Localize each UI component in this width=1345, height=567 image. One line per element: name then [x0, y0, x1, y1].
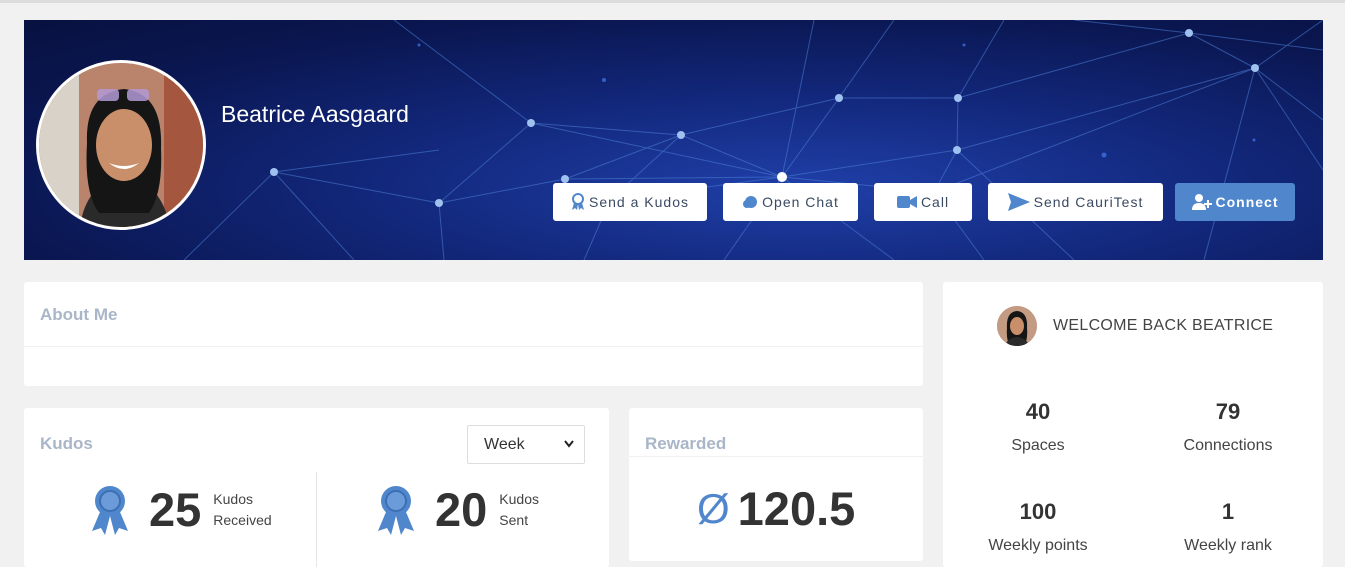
avatar-image [997, 306, 1037, 346]
chevron-down-icon [564, 440, 574, 448]
kudos-received-stat: 25 Kudos Received [88, 482, 272, 537]
award-icon [572, 193, 585, 210]
award-icon [92, 485, 128, 535]
rewarded-title: Rewarded [645, 434, 727, 453]
kudos-title: Kudos [40, 434, 93, 453]
kudos-received-sublabel: Received [213, 511, 272, 528]
rewarded-card: Rewarded Ø 120.5 [629, 408, 923, 561]
mini-avatar[interactable] [997, 306, 1037, 346]
spaces-label: Spaces [1011, 437, 1065, 454]
avatar-image [39, 63, 203, 227]
kudos-received-label: Kudos [213, 490, 253, 507]
currency-icon: Ø [697, 484, 730, 532]
profile-name: Beatrice Aasgaard [221, 101, 409, 127]
chat-icon [743, 196, 758, 208]
welcome-message: WELCOME BACK BEATRICE [1053, 317, 1274, 334]
about-me-title: About Me [40, 305, 118, 324]
open-chat-label: Open Chat [762, 194, 839, 210]
connections-count: 79 [1215, 399, 1241, 424]
user-plus-icon [1191, 194, 1212, 210]
welcome-card: WELCOME BACK BEATRICE 40 Spaces 79 Conne… [943, 282, 1323, 567]
network-background [183, 20, 1323, 260]
weekly-points-stat[interactable]: 100 Weekly points [958, 499, 1118, 555]
connect-label: Connect [1215, 194, 1279, 210]
period-select-value: Week [484, 435, 525, 453]
profile-avatar[interactable] [36, 60, 206, 230]
kudos-sent-stat: 20 Kudos Sent [374, 482, 539, 537]
kudos-sent-label: Kudos [499, 490, 539, 507]
rewarded-amount: 120.5 [737, 482, 856, 535]
weekly-points-label: Weekly points [988, 537, 1088, 554]
connections-label: Connections [1183, 437, 1273, 454]
kudos-card: Kudos Week 25 Kudos Received 20 Kudos Se… [24, 408, 609, 567]
open-chat-button[interactable]: Open Chat [723, 183, 858, 221]
connections-stat[interactable]: 79 Connections [1148, 399, 1308, 455]
weekly-rank-count: 1 [1221, 499, 1235, 524]
weekly-rank-stat[interactable]: 1 Weekly rank [1148, 499, 1308, 555]
divider [629, 456, 923, 457]
kudos-received-count: 25 [149, 483, 202, 536]
spaces-count: 40 [1025, 399, 1051, 424]
send-kudos-button[interactable]: Send a Kudos [553, 183, 707, 221]
connect-button[interactable]: Connect [1175, 183, 1295, 221]
send-test-button[interactable]: Send CauriTest [988, 183, 1163, 221]
kudos-sent-count: 20 [435, 483, 488, 536]
call-button[interactable]: Call [874, 183, 972, 221]
send-kudos-label: Send a Kudos [589, 194, 689, 210]
weekly-points-count: 100 [1019, 499, 1057, 524]
call-label: Call [920, 194, 950, 210]
send-icon [1007, 193, 1030, 211]
award-icon [378, 485, 414, 535]
video-icon [896, 196, 917, 208]
send-test-label: Send CauriTest [1033, 194, 1144, 210]
weekly-rank-label: Weekly rank [1184, 537, 1272, 554]
divider [316, 472, 317, 567]
rewarded-value: Ø 120.5 [697, 481, 855, 536]
top-border [0, 0, 1345, 3]
profile-banner: Beatrice Aasgaard [24, 20, 1323, 260]
period-select[interactable]: Week [467, 425, 585, 464]
spaces-stat[interactable]: 40 Spaces [958, 399, 1118, 455]
kudos-sent-sublabel: Sent [499, 511, 529, 528]
about-me-card: About Me [24, 282, 923, 386]
divider [24, 346, 923, 347]
